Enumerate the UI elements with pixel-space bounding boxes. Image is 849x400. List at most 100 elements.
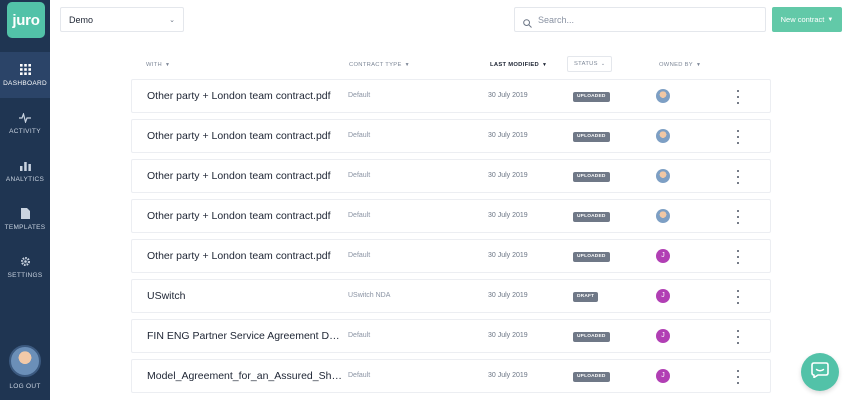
last-modified: 30 July 2019	[488, 172, 528, 179]
table-row[interactable]: Model_Agreement_for_an_Assured_Sho... De…	[131, 359, 771, 393]
sort-down-icon: ▼	[165, 62, 171, 68]
owner-avatar: J	[656, 369, 670, 383]
more-options-icon[interactable]	[736, 170, 740, 184]
column-header-label: LAST MODIFIED	[490, 62, 539, 68]
sidebar: juro DASHBOARD ACTIVITY ANALYTICS TEMPLA…	[0, 0, 50, 400]
sidebar-item-label: SETTINGS	[7, 271, 43, 279]
owner-avatar	[656, 209, 670, 223]
more-options-icon[interactable]	[736, 330, 740, 344]
contract-type: Default	[348, 252, 371, 259]
pulse-icon	[19, 112, 31, 124]
more-options-icon[interactable]	[736, 130, 740, 144]
contract-name: Other party + London team contract.pdf	[147, 170, 331, 182]
logout-link[interactable]: LOG OUT	[0, 383, 50, 390]
more-options-icon[interactable]	[736, 90, 740, 104]
last-modified: 30 July 2019	[488, 332, 528, 339]
search-box[interactable]	[514, 7, 766, 32]
owner-avatar	[656, 169, 670, 183]
table-row[interactable]: Other party + London team contract.pdf D…	[131, 79, 771, 113]
last-modified: 30 July 2019	[488, 372, 528, 379]
search-icon	[523, 15, 532, 28]
search-input[interactable]	[538, 14, 748, 25]
contract-type: Default	[348, 132, 371, 139]
user-avatar[interactable]	[9, 345, 41, 377]
sidebar-item-activity[interactable]: ACTIVITY	[0, 100, 50, 146]
table-row[interactable]: Other party + London team contract.pdf D…	[131, 159, 771, 193]
owner-avatar: J	[656, 289, 670, 303]
more-options-icon[interactable]	[736, 250, 740, 264]
table-row[interactable]: Other party + London team contract.pdf D…	[131, 199, 771, 233]
column-header-with[interactable]: WITH ▼	[146, 58, 170, 72]
column-header-label: STATUS	[574, 61, 598, 67]
column-header-label: OWNED BY	[659, 62, 693, 68]
status-badge: UPLOADED	[573, 332, 610, 342]
table-row[interactable]: Other party + London team contract.pdf D…	[131, 239, 771, 273]
chat-bubble-icon	[811, 361, 829, 383]
juro-logo[interactable]: juro	[7, 2, 45, 38]
last-modified: 30 July 2019	[488, 292, 528, 299]
sort-down-icon: ▼	[404, 62, 410, 68]
sort-down-icon: ▼	[541, 62, 548, 68]
sidebar-item-analytics[interactable]: ANALYTICS	[0, 148, 50, 194]
bar-chart-icon	[19, 160, 31, 172]
column-header-label: WITH	[146, 62, 163, 68]
status-badge: UPLOADED	[573, 172, 610, 182]
chevron-down-icon: ▼	[827, 16, 834, 23]
contract-type: Default	[348, 372, 371, 379]
grid-icon	[19, 64, 31, 76]
column-header-label: CONTRACT TYPE	[349, 62, 402, 68]
more-options-icon[interactable]	[736, 210, 740, 224]
status-badge: UPLOADED	[573, 212, 610, 222]
sidebar-item-templates[interactable]: TEMPLATES	[0, 196, 50, 242]
contract-name: Other party + London team contract.pdf	[147, 90, 331, 102]
org-select-value: Demo	[69, 14, 94, 25]
last-modified: 30 July 2019	[488, 132, 528, 139]
contract-name: FIN ENG Partner Service Agreement DE...	[147, 330, 343, 342]
last-modified: 30 July 2019	[488, 92, 528, 99]
last-modified: 30 July 2019	[488, 252, 528, 259]
status-badge: UPLOADED	[573, 252, 610, 262]
column-header-last-modified[interactable]: LAST MODIFIED ▼	[490, 58, 547, 72]
gear-icon	[19, 256, 31, 268]
contract-name: Other party + London team contract.pdf	[147, 130, 331, 142]
more-options-icon[interactable]	[736, 370, 740, 384]
sidebar-item-label: ANALYTICS	[5, 175, 45, 183]
table-row[interactable]: FIN ENG Partner Service Agreement DE... …	[131, 319, 771, 353]
contract-name: Model_Agreement_for_an_Assured_Sho...	[147, 370, 343, 382]
status-badge: UPLOADED	[573, 132, 610, 142]
contract-type: Default	[348, 92, 371, 99]
owner-avatar: J	[656, 329, 670, 343]
table-row[interactable]: Other party + London team contract.pdf D…	[131, 119, 771, 153]
status-badge: UPLOADED	[573, 92, 610, 102]
chevron-down-icon: ⌄	[169, 16, 175, 24]
sidebar-item-label: ACTIVITY	[9, 127, 41, 135]
contract-type: Default	[348, 332, 371, 339]
new-contract-button[interactable]: New contract ▼	[772, 7, 842, 32]
column-header-status[interactable]: STATUS ⌄	[567, 56, 613, 72]
contract-type: USwitch NDA	[348, 292, 391, 299]
contract-type: Default	[348, 172, 371, 179]
contract-name: Other party + London team contract.pdf	[147, 250, 331, 262]
table-row[interactable]: USwitch USwitch NDA 30 July 2019 DRAFT J	[131, 279, 771, 313]
sidebar-item-label: DASHBOARD	[3, 79, 47, 87]
last-modified: 30 July 2019	[488, 212, 528, 219]
contract-type: Default	[348, 212, 371, 219]
new-contract-label: New contract	[780, 15, 825, 24]
document-icon	[19, 208, 31, 220]
status-badge: UPLOADED	[573, 372, 610, 382]
contract-name: USwitch	[147, 290, 186, 302]
sidebar-item-settings[interactable]: SETTINGS	[0, 244, 50, 290]
status-badge: DRAFT	[573, 292, 599, 302]
owner-avatar	[656, 89, 670, 103]
sidebar-item-label: TEMPLATES	[4, 223, 46, 231]
sort-down-icon: ▼	[695, 62, 702, 68]
contract-name: Other party + London team contract.pdf	[147, 210, 331, 222]
sidebar-item-dashboard[interactable]: DASHBOARD	[0, 52, 50, 98]
org-select[interactable]: Demo ⌄	[60, 7, 184, 32]
chat-launcher-button[interactable]	[801, 353, 839, 391]
owner-avatar: J	[656, 249, 670, 263]
chevron-down-icon: ⌄	[600, 61, 606, 67]
column-header-contract-type[interactable]: CONTRACT TYPE ▼	[349, 58, 410, 72]
more-options-icon[interactable]	[736, 290, 740, 304]
column-header-owned-by[interactable]: OWNED BY ▼	[659, 58, 701, 72]
